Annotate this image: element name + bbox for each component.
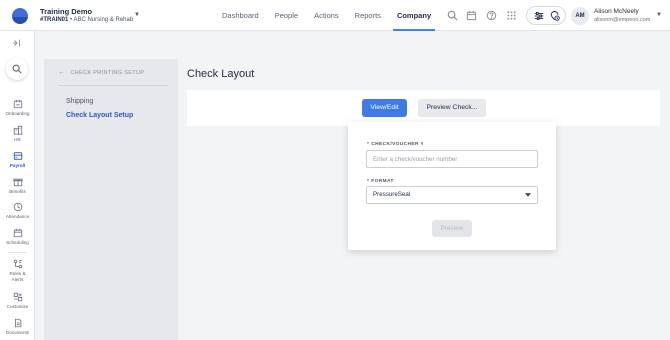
sidebar-item-attendance[interactable]: Attendance — [0, 202, 35, 220]
org-name: ABC Nursing & Rehab — [73, 17, 134, 23]
sidebar-item-scheduling[interactable]: Scheduling — [0, 228, 35, 246]
sidebar-item-label: Customize — [6, 304, 29, 309]
sidebar-item-label: Documents — [5, 330, 30, 335]
voucher-field-label: * CHECK/VOUCHER # — [367, 142, 424, 147]
rules-alerts-icon — [13, 259, 22, 269]
customize-icon — [13, 292, 22, 302]
sidebar-divider — [8, 252, 27, 253]
sidebar-item-label: Benefits — [9, 189, 26, 194]
documents-icon — [14, 318, 21, 328]
subnav-panel: ← CHECK PRINTING SETUP Shipping Check Lay… — [44, 59, 178, 340]
sidebar-item-label: Onboarding — [5, 111, 30, 116]
main-nav: Dashboard People Actions Reports Company — [214, 0, 439, 31]
sidebar: Onboarding HR Payroll Benefits Attendanc… — [0, 31, 35, 340]
hr-icon — [13, 125, 22, 135]
format-field-label: * FORMAT — [367, 179, 394, 184]
back-link-label: CHECK PRINTING SETUP — [70, 70, 145, 76]
sidebar-search-button[interactable] — [6, 58, 28, 80]
page-title: Check Layout — [187, 68, 255, 80]
onboarding-icon — [13, 99, 22, 109]
nav-dashboard[interactable]: Dashboard — [214, 0, 267, 31]
required-marker: * — [367, 179, 370, 184]
location-clock-icon[interactable] — [550, 11, 560, 21]
sidebar-item-payroll[interactable]: Payroll — [0, 151, 35, 169]
attendance-icon — [13, 202, 22, 212]
payroll-icon — [13, 152, 22, 160]
format-label-text: FORMAT — [371, 179, 394, 184]
nav-people[interactable]: People — [267, 0, 306, 31]
preview-check-button[interactable]: Preview Check... — [418, 99, 486, 117]
user-menu-chevron-icon[interactable]: ▼ — [656, 12, 662, 18]
preview-button[interactable]: Preview — [432, 220, 472, 237]
arrow-left-icon: ← — [58, 69, 66, 76]
sidebar-item-customize[interactable]: Customize — [0, 292, 35, 310]
nav-reports[interactable]: Reports — [347, 0, 389, 31]
subnav-item-check-layout-setup[interactable]: Check Layout Setup — [66, 112, 133, 119]
sidebar-item-hr[interactable]: HR — [0, 125, 35, 143]
apps-grid-icon[interactable] — [506, 10, 517, 21]
quick-tools-pill — [526, 6, 566, 25]
org-subtitle[interactable]: #TRAIN01 • ABC Nursing & Rehab — [40, 17, 133, 23]
sidebar-item-label-line2: Alerts — [11, 276, 24, 282]
view-edit-button[interactable]: View/Edit — [362, 99, 407, 117]
sliders-icon[interactable] — [534, 11, 544, 21]
search-icon — [12, 64, 22, 74]
benefits-icon — [12, 178, 23, 187]
org-separator: • — [70, 17, 73, 23]
org-title[interactable]: Training Demo — [40, 7, 92, 16]
sidebar-item-benefits[interactable]: Benefits — [0, 177, 35, 195]
subnav-divider — [58, 85, 168, 86]
nav-company[interactable]: Company — [389, 0, 439, 31]
sidebar-item-onboarding[interactable]: Onboarding — [0, 99, 35, 117]
sidebar-item-rules-alerts[interactable]: Rules & Alerts — [0, 259, 35, 282]
top-bar: Training Demo #TRAIN01 • ABC Nursing & R… — [0, 0, 670, 31]
company-logo[interactable] — [12, 8, 28, 24]
user-name[interactable]: Alison McNeely — [594, 8, 639, 15]
format-select[interactable]: PressureSeal — [366, 186, 538, 204]
nav-actions[interactable]: Actions — [306, 0, 347, 31]
calendar-icon[interactable] — [466, 10, 477, 21]
org-code: #TRAIN01 — [40, 17, 69, 23]
required-marker: * — [367, 142, 370, 147]
chevron-down-icon — [525, 193, 531, 197]
subnav-item-shipping[interactable]: Shipping — [66, 98, 93, 105]
sidebar-item-label: HR — [14, 137, 21, 142]
sidebar-item-label: Scheduling — [6, 240, 29, 245]
voucher-label-text: CHECK/VOUCHER # — [371, 142, 424, 147]
voucher-number-input[interactable] — [366, 150, 538, 168]
collapse-sidebar-icon[interactable] — [12, 38, 22, 48]
help-icon[interactable] — [486, 10, 497, 21]
search-icon[interactable] — [447, 10, 458, 21]
sidebar-item-label: Payroll — [9, 163, 26, 168]
sidebar-item-label: Attendance — [5, 214, 30, 219]
user-email: alisonm@empeon.com — [594, 17, 651, 23]
scheduling-icon — [13, 228, 22, 238]
avatar[interactable]: AM — [571, 7, 589, 25]
sidebar-item-documents[interactable]: Documents — [0, 318, 35, 336]
format-select-value: PressureSeal — [373, 191, 411, 198]
org-dropdown-chevron-icon[interactable]: ▼ — [134, 12, 140, 18]
back-link-check-printing-setup[interactable]: ← CHECK PRINTING SETUP — [58, 69, 144, 76]
